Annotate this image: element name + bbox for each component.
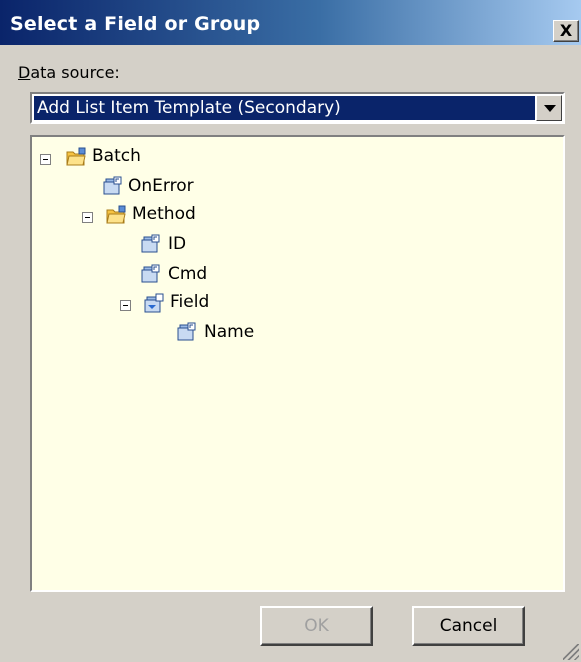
tree-node-field[interactable]: Field (170, 292, 209, 312)
field-icon (141, 264, 160, 283)
dropdown-arrow-icon[interactable] (536, 95, 562, 121)
data-source-mnemonic: D (18, 63, 31, 82)
ok-button[interactable]: OK (260, 606, 373, 646)
collapse-icon[interactable] (120, 300, 131, 311)
close-button[interactable]: X (553, 20, 579, 42)
tree-node-name[interactable]: Name (204, 322, 254, 342)
collapse-icon[interactable] (40, 154, 51, 165)
field-tree[interactable]: Batch OnError Method ID Cmd Field Name (30, 135, 565, 592)
data-source-dropdown[interactable]: Add List Item Template (Secondary) (30, 92, 565, 124)
tree-node-onerror[interactable]: OnError (128, 176, 194, 196)
resize-grip-icon[interactable] (563, 644, 579, 660)
field-icon (177, 322, 196, 341)
title-bar: Select a Field or Group X (0, 0, 581, 45)
cancel-button[interactable]: Cancel (412, 606, 525, 646)
repeating-group-icon (144, 293, 164, 313)
folder-icon (66, 147, 86, 166)
data-source-selected-value[interactable]: Add List Item Template (Secondary) (34, 96, 535, 120)
field-icon (103, 176, 122, 195)
data-source-label-text: ata source: (30, 63, 120, 82)
tree-node-cmd[interactable]: Cmd (168, 264, 207, 284)
tree-node-method[interactable]: Method (132, 204, 196, 224)
tree-node-id[interactable]: ID (168, 234, 186, 254)
folder-icon (106, 205, 126, 224)
dialog-title: Select a Field or Group (10, 13, 261, 35)
collapse-icon[interactable] (82, 212, 93, 223)
tree-node-batch[interactable]: Batch (92, 146, 141, 166)
field-icon (141, 234, 160, 253)
data-source-label: Data source: (18, 63, 120, 82)
